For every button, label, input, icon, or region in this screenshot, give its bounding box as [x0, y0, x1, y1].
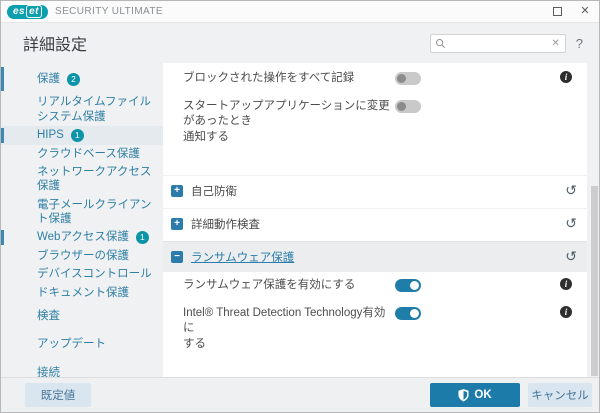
footer: 既定値 OK キャンセル	[1, 377, 599, 412]
search-box[interactable]: ✕	[430, 34, 566, 53]
window-controls: ✕	[543, 1, 599, 23]
sidebar-item-protections[interactable]: 保護2	[1, 65, 163, 93]
sidebar-item-web-access-protection[interactable]: Webアクセス保護1	[1, 228, 163, 246]
search-clear-icon[interactable]: ✕	[550, 38, 560, 49]
page-title: 詳細設定	[23, 31, 87, 55]
sidebar-item-update[interactable]: アップデート	[1, 330, 163, 358]
settings-panel: ブロックされた操作をすべて記録 i スタートアップアプリケーションに変更があった…	[163, 63, 587, 377]
setting-row-notify-startup-app-changes: スタートアップアプリケーションに変更があったとき 通知する	[163, 93, 587, 152]
ok-button[interactable]: OK	[430, 383, 520, 407]
sidebar-item-document-protection[interactable]: ドキュメント保護	[1, 284, 163, 302]
info-icon[interactable]: i	[560, 278, 572, 290]
revert-icon[interactable]: ↺	[565, 182, 577, 198]
body: 保護2 リアルタイムファイルシステム保護 HIPS1 クラウドベース保護 ネット…	[1, 63, 599, 377]
maximize-icon	[553, 7, 562, 16]
scrollbar-thumb[interactable]	[591, 186, 598, 376]
help-icon[interactable]: ?	[576, 36, 583, 51]
sidebar-item-email-client-protection[interactable]: 電子メールクライアント保護	[1, 196, 163, 229]
sidebar-item-hips[interactable]: HIPS1	[1, 126, 163, 144]
collapse-icon[interactable]: −	[171, 251, 183, 263]
maximize-button[interactable]	[543, 1, 571, 23]
badge: 1	[71, 129, 84, 142]
badge: 2	[67, 73, 80, 86]
titlebar: eset SECURITY ULTIMATE ✕	[1, 1, 599, 23]
section-self-defense[interactable]: + 自己防衛 ↺	[163, 175, 587, 206]
setting-row-log-blocked-operations: ブロックされた操作をすべて記録 i	[163, 65, 587, 93]
cancel-button[interactable]: キャンセル	[528, 383, 592, 407]
toggle-notify-startup-app-changes[interactable]	[395, 100, 421, 113]
sidebar-item-network-access-protection[interactable]: ネットワークアクセス保護	[1, 163, 163, 196]
sidebar-item-scan[interactable]: 検査	[1, 302, 163, 330]
sidebar: 保護2 リアルタイムファイルシステム保護 HIPS1 クラウドベース保護 ネット…	[1, 63, 163, 377]
eset-logo: eset	[7, 5, 48, 19]
sidebar-item-device-control[interactable]: デバイスコントロール	[1, 265, 163, 283]
shield-icon	[458, 389, 469, 402]
scrollbar	[591, 63, 598, 377]
search-input[interactable]	[446, 37, 551, 49]
revert-icon[interactable]: ↺	[565, 215, 577, 231]
toggle-log-blocked-operations[interactable]	[395, 72, 421, 85]
info-icon[interactable]: i	[560, 71, 572, 83]
section-deep-behavioral-inspection[interactable]: + 詳細動作検査 ↺	[163, 208, 587, 239]
toggle-enable-ransomware-shield[interactable]	[395, 279, 421, 292]
eset-advanced-setup-window: eset SECURITY ULTIMATE ✕ 詳細設定 ✕ ? 保護2 リア…	[0, 0, 600, 413]
section-ransomware-shield[interactable]: − ランサムウェア保護 ↺	[163, 241, 587, 272]
setting-row-intel-tdt: Intel® Threat Detection Technology有効に する…	[163, 300, 587, 359]
expand-icon[interactable]: +	[171, 185, 183, 197]
header: 詳細設定 ✕ ?	[1, 23, 599, 63]
setting-row-enable-ransomware-shield: ランサムウェア保護を有効にする i	[163, 272, 587, 300]
toggle-intel-tdt[interactable]	[395, 307, 421, 320]
close-button[interactable]: ✕	[571, 1, 599, 23]
search-icon	[435, 38, 446, 49]
revert-icon[interactable]: ↺	[565, 248, 577, 264]
expand-icon[interactable]: +	[171, 218, 183, 230]
badge: 1	[136, 231, 149, 244]
eset-logo-et: et	[26, 5, 42, 18]
default-button[interactable]: 既定値	[25, 383, 91, 407]
eset-logo-es: es	[13, 6, 25, 17]
sidebar-item-realtime-filesystem-protection[interactable]: リアルタイムファイルシステム保護	[1, 93, 163, 126]
sidebar-item-cloud-protection[interactable]: クラウドベース保護	[1, 145, 163, 163]
sidebar-item-browser-protection[interactable]: ブラウザーの保護	[1, 247, 163, 265]
product-name: SECURITY ULTIMATE	[55, 6, 163, 17]
close-icon: ✕	[580, 6, 589, 17]
info-icon[interactable]: i	[560, 306, 572, 318]
